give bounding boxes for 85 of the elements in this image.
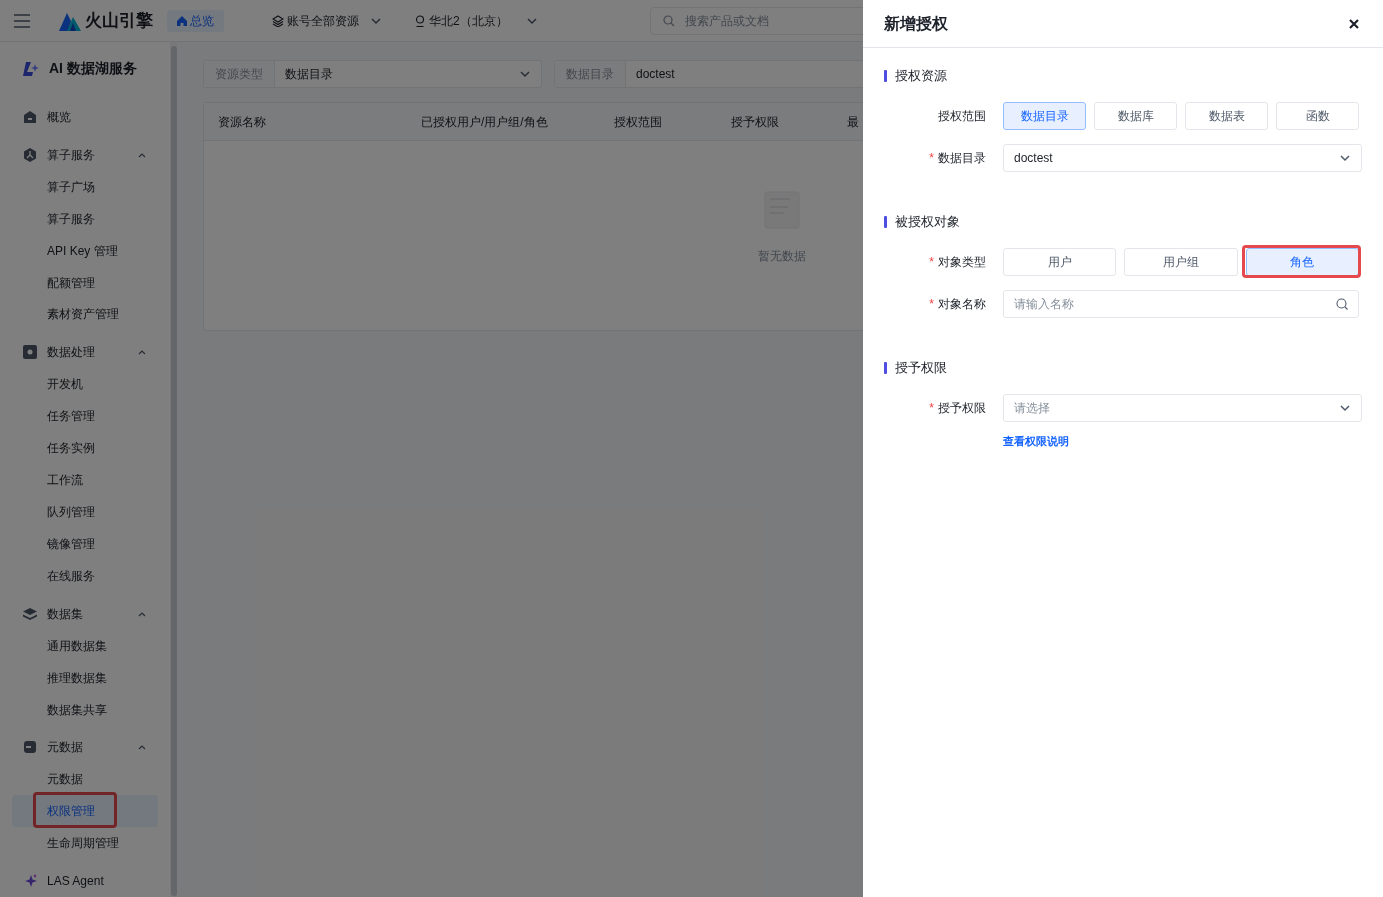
required-mark: * [929,254,934,271]
pin-icon [415,14,425,27]
menu-item[interactable]: 镜像管理 [12,528,158,560]
option-button[interactable]: 数据库 [1094,102,1177,130]
menu-group-header[interactable]: 算子服务 [0,138,170,171]
chevron-up-icon [138,151,146,158]
layers-icon [23,606,37,621]
menu-item[interactable]: 工作流 [12,464,158,497]
home-icon [177,15,187,26]
section-title: 授权资源 [895,67,947,86]
drawer-title: 新增授权 [884,13,948,34]
menu-icon [14,13,30,28]
menu-item[interactable]: LAS Agent [0,865,170,897]
menu-item[interactable]: 生命周期管理 [12,827,158,860]
menu-item[interactable]: 队列管理 [12,496,158,528]
permission-help-link[interactable]: 查看权限说明 [1003,433,1069,450]
option-button[interactable]: 角色 [1245,248,1359,276]
menu-item[interactable]: 任务实例 [12,432,158,465]
required-mark: * [929,400,934,417]
option-button[interactable]: 用户组 [1124,248,1238,276]
menu-item[interactable]: 开发机 [12,368,158,401]
chevron-down-icon [1339,402,1351,414]
search-field[interactable]: 请输入名称 [1003,290,1359,318]
option-button[interactable]: 函数 [1276,102,1359,130]
layers-icon [272,14,284,27]
required-mark: * [929,296,934,313]
chevron-down-icon [1339,152,1351,164]
account-dropdown[interactable]: 账号全部资源 [272,11,382,30]
search-icon [1336,298,1348,310]
home-tag[interactable]: 总览 [167,9,224,32]
scrollbar[interactable] [170,46,177,896]
menu-item[interactable]: 通用数据集 [12,629,158,662]
sparkle-logo-icon [23,61,39,76]
menu-item[interactable]: 在线服务 [12,559,158,592]
menu-item[interactable]: 配额管理 [12,266,158,299]
menu-item[interactable]: 算子服务 [12,202,158,235]
field-label: 授权范围 [938,108,986,125]
column-header: 已授权用户/用户组/角色 [421,114,548,129]
menu-item[interactable]: 权限管理 [12,795,158,828]
menu-item[interactable]: 算子广场 [12,170,158,203]
field-value: doctest [635,66,676,83]
chevron-down-icon [519,68,531,80]
menu-item[interactable]: API Key 管理 [12,234,158,267]
menu-item[interactable]: 素材资产管理 [12,298,158,331]
column-header: 资源名称 [218,114,266,129]
field-label: 授予权限 [938,400,986,417]
gear-square-icon [23,345,37,360]
field-label: 对象名称 [938,296,986,313]
option-button[interactable]: 数据表 [1185,102,1268,130]
database-icon [23,740,37,755]
option-button[interactable]: 用户 [1003,248,1117,276]
field-label: 对象类型 [938,254,986,271]
select-field[interactable]: doctest [1003,144,1362,172]
brand-name: 火山引擎 [85,9,153,32]
section-marker [884,362,887,374]
house-icon [23,109,37,124]
chevron-up-icon [138,349,146,356]
menu-item[interactable]: 数据集共享 [12,693,158,726]
field-value: 数据目录 [284,66,334,83]
section-marker [884,70,887,82]
required-mark: * [929,150,934,167]
chevron-up-icon [138,610,146,617]
section-title: 被授权对象 [895,213,960,232]
section-title: 授予权限 [895,359,947,378]
option-button[interactable]: 数据目录 [1003,102,1086,130]
chevron-up-icon [138,744,146,751]
column-header: 授予权限 [731,114,779,129]
region-dropdown[interactable]: 华北2（北京） [415,11,538,30]
hexagon-icon [23,147,37,162]
menu-item[interactable]: 任务管理 [12,400,158,433]
column-header: 最 [847,114,859,129]
column-header: 授权范围 [614,114,662,129]
select-field[interactable]: 请选择 [1003,394,1362,422]
menu-item[interactable]: 概览 [0,101,170,133]
sidebar-title: AI 数据湖服务 [49,59,137,78]
menu-group-header[interactable]: 元数据 [0,731,170,764]
close-icon [1349,18,1359,29]
section-marker [884,216,887,228]
menu-group-header[interactable]: 数据处理 [0,336,170,369]
search-icon [662,14,675,27]
menu-item[interactable]: 推理数据集 [12,661,158,694]
search-field[interactable]: 搜索产品或文档 [649,6,863,35]
menu-group-header[interactable]: 数据集 [0,597,170,630]
menu-item[interactable]: 元数据 [12,763,158,796]
field-label: 数据目录 [938,150,986,167]
